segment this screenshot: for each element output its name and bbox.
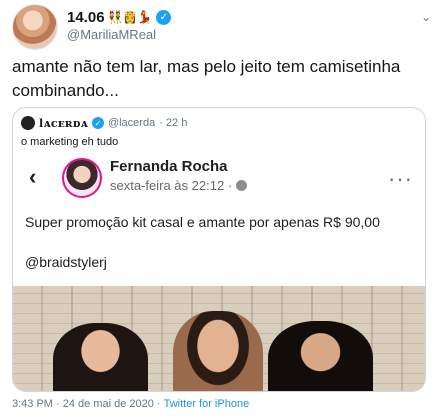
- person-center: [173, 311, 263, 391]
- facebook-post-meta: sexta-feira às 22:12 ·: [110, 178, 248, 193]
- author-handle[interactable]: @MariliaMReal: [67, 27, 156, 42]
- quoted-tweet[interactable]: lᴀcᴇʀᴅᴀ ✓ @lacerda · 22 h o marketing eh…: [12, 107, 426, 392]
- tweet-text: amante não tem lar, mas pelo jeito tem c…: [12, 57, 401, 100]
- quoted-handle[interactable]: @lacerda: [108, 117, 155, 129]
- facebook-author-name: Fernanda Rocha: [110, 158, 228, 175]
- tweet-source-link[interactable]: Twitter for iPhone: [164, 398, 250, 410]
- tweet-timestamp[interactable]: 3:43 PM · 24 de mai de 2020 ·: [12, 398, 161, 410]
- facebook-post-tag: @braidstylerj: [25, 254, 107, 270]
- quoted-display-name[interactable]: lᴀcᴇʀᴅᴀ: [39, 117, 88, 130]
- quoted-avatar[interactable]: [21, 116, 35, 130]
- quoted-header: lᴀcᴇʀᴅᴀ ✓ @lacerda · 22 h: [21, 114, 187, 132]
- author-name-row[interactable]: 14.06 👯👸💃 ✓: [67, 8, 172, 26]
- tweet: 14.06 👯👸💃 ✓ @MariliaMReal ⌄ amante não t…: [0, 0, 447, 420]
- person-left: [53, 323, 148, 391]
- more-icon: ···: [388, 166, 413, 191]
- author-emoji: 👯👸💃: [107, 10, 153, 24]
- facebook-post-time: sexta-feira às 22:12 ·: [110, 178, 233, 193]
- verified-icon: ✓: [91, 117, 104, 129]
- globe-icon: [236, 180, 248, 191]
- quoted-time[interactable]: · 22 h: [159, 117, 187, 129]
- chevron-down-icon[interactable]: ⌄: [421, 10, 431, 24]
- facebook-post-screenshot: ‹ Fernanda Rocha sexta-feira às 22:12 · …: [13, 154, 425, 391]
- tweet-footer: 3:43 PM · 24 de mai de 2020 · Twitter fo…: [12, 398, 249, 410]
- quoted-text: o marketing eh tudo: [21, 136, 119, 148]
- author-display-name[interactable]: 14.06: [67, 9, 105, 26]
- post-photo: [13, 286, 425, 391]
- avatar[interactable]: [12, 4, 58, 50]
- facebook-post-text: Super promoção kit casal e amante por ap…: [25, 214, 380, 230]
- person-right: [268, 321, 373, 391]
- back-arrow-icon: ‹: [29, 164, 37, 189]
- verified-icon: ✓: [156, 9, 172, 25]
- facebook-avatar: [62, 158, 102, 198]
